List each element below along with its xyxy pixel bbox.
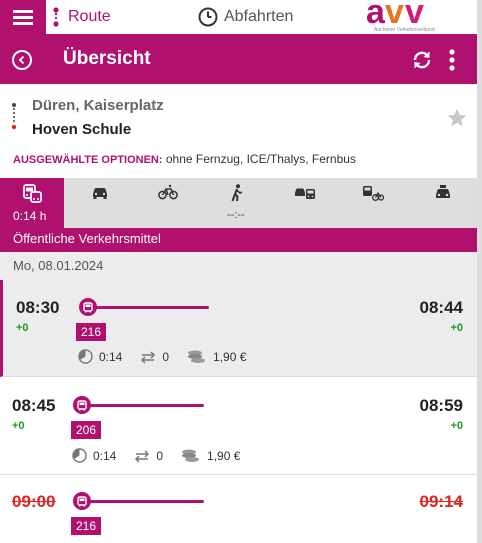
journey-line xyxy=(89,404,204,407)
taxi-icon xyxy=(436,185,450,198)
transfer-icon xyxy=(135,449,150,463)
star-icon xyxy=(447,108,467,127)
more-vertical-icon xyxy=(449,49,455,71)
tab-departures[interactable]: Abfahrten xyxy=(198,0,293,34)
duration-value: 0:14 xyxy=(93,448,117,463)
app-window: Route Abfahrten a v v Aachener Verkehrsv… xyxy=(0,0,477,543)
tab-taxi[interactable] xyxy=(413,178,473,228)
options-label: AUSGEWÄHLTE OPTIONEN: xyxy=(13,154,163,166)
tab-park-and-ride[interactable] xyxy=(275,178,335,228)
hamburger-icon xyxy=(13,10,33,25)
svg-text:Aachener Verkehrsverbund: Aachener Verkehrsverbund xyxy=(374,27,435,33)
refresh-button[interactable] xyxy=(411,49,433,71)
date-header: Mo, 08.01.2024 xyxy=(0,252,477,280)
duration-icon xyxy=(78,349,93,364)
bicycle-icon xyxy=(158,184,178,200)
journey-line xyxy=(95,306,209,309)
map-edge xyxy=(477,0,482,543)
favorite-button[interactable] xyxy=(446,107,468,129)
arrival-time: 08:59 xyxy=(419,396,463,415)
tab-route[interactable]: Route xyxy=(52,0,111,34)
transfers-value: 0 xyxy=(156,448,164,463)
bike-and-ride-icon xyxy=(363,186,384,201)
departure-time: 08:30 xyxy=(16,298,60,317)
departure-delay: +0 xyxy=(12,420,25,432)
connection-meta: 0:14 0 1,90 € xyxy=(78,349,246,364)
price-value: 1,90 € xyxy=(207,448,241,463)
departure-delay: +0 xyxy=(16,322,29,334)
connection-item[interactable]: 09:00 216 09:14 xyxy=(0,475,477,543)
duration-value: 0:14 xyxy=(99,349,123,364)
line-badge: 206 xyxy=(71,421,101,439)
page-title: Übersicht xyxy=(63,48,151,69)
tab-public-transport[interactable]: 0:14 h xyxy=(0,178,64,228)
transfer-icon xyxy=(141,350,156,364)
selected-options[interactable]: AUSGEWÄHLTE OPTIONEN: ohne Fernzug, ICE/… xyxy=(13,152,356,166)
page-header: Übersicht xyxy=(0,34,477,84)
transfers-value: 0 xyxy=(162,349,170,364)
section-title: Öffentliche Verkehrsmittel xyxy=(0,228,477,252)
options-value: ohne Fernzug, ICE/Thalys, Fernbus xyxy=(165,152,356,166)
line-badge: 216 xyxy=(71,517,101,535)
tab-route-label: Route xyxy=(68,8,111,25)
tab-car[interactable] xyxy=(70,178,130,228)
coins-icon xyxy=(188,350,206,363)
departure-time: 08:45 xyxy=(12,396,56,415)
bus-train-icon xyxy=(23,184,42,203)
refresh-icon xyxy=(413,51,431,69)
active-mode-duration: 0:14 h xyxy=(13,209,47,223)
avv-logo: a v v Aachener Verkehrsverbund xyxy=(364,0,476,34)
tab-bike[interactable] xyxy=(138,178,198,228)
coins-icon xyxy=(182,449,200,462)
line-badge: 216 xyxy=(76,323,106,341)
back-button[interactable] xyxy=(12,50,32,70)
route-pin-icon xyxy=(53,7,59,27)
departure-time-cancelled: 09:00 xyxy=(12,492,56,511)
arrival-delay: +0 xyxy=(450,322,463,334)
arrival-time-cancelled: 09:14 xyxy=(419,492,463,511)
car-icon xyxy=(93,188,107,199)
park-and-ride-icon xyxy=(295,188,315,199)
arrival-delay: +0 xyxy=(450,420,463,432)
route-endpoints-icon xyxy=(11,103,17,130)
menu-button[interactable] xyxy=(0,0,46,34)
more-options-button[interactable] xyxy=(446,49,458,71)
route-origin: Düren, Kaiserplatz xyxy=(32,97,164,114)
tab-departures-label: Abfahrten xyxy=(224,8,294,25)
tab-bike-and-ride[interactable] xyxy=(343,178,403,228)
walking-icon xyxy=(231,184,243,202)
route-destination: Hoven Schule xyxy=(32,121,132,138)
connection-item[interactable]: 08:30 +0 216 08:44 +0 0:14 0 1,90 € xyxy=(0,280,477,377)
journey-line xyxy=(89,500,204,503)
connection-meta: 0:14 0 1,90 € xyxy=(72,448,240,463)
arrival-time: 08:44 xyxy=(419,298,463,317)
clock-icon xyxy=(198,7,218,27)
walk-duration: --:-- xyxy=(227,209,245,221)
price-value: 1,90 € xyxy=(213,349,247,364)
chevron-left-icon xyxy=(18,55,25,65)
duration-icon xyxy=(72,448,87,463)
connection-item[interactable]: 08:45 +0 206 08:59 +0 0:14 0 1,90 € xyxy=(0,377,477,475)
